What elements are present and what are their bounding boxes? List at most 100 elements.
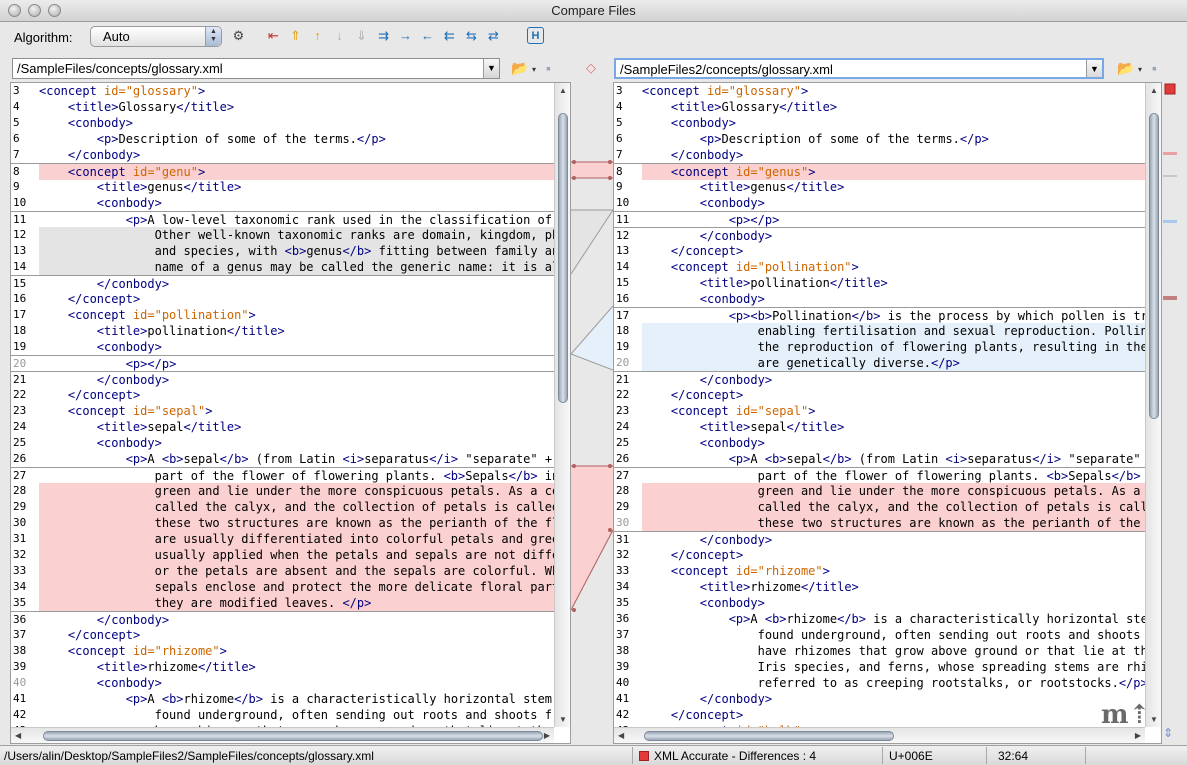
right-code-line[interactable]: 29 called the calyx, and the collection …: [614, 499, 1145, 515]
right-code-line[interactable]: 38 have rhizomes that grow above ground …: [614, 643, 1145, 659]
left-code-line[interactable]: 24 <title>sepal</title>: [11, 419, 554, 435]
left-code-line[interactable]: 5 <conbody>: [11, 115, 554, 131]
left-code-line[interactable]: 32 usually applied when the petals and s…: [11, 547, 554, 563]
right-save-icon[interactable]: ▪: [1152, 60, 1157, 76]
first-change-icon[interactable]: ⇤: [265, 27, 282, 44]
left-code-line[interactable]: 19 <conbody>: [11, 339, 554, 355]
right-path-dropdown-icon[interactable]: ▼: [1086, 60, 1102, 77]
left-code-line[interactable]: 10 <conbody>: [11, 195, 554, 211]
right-code-line[interactable]: 16 <conbody>: [614, 291, 1145, 307]
left-code-line[interactable]: 20 <p></p>: [11, 355, 554, 371]
left-code-line[interactable]: 6 <p>Description of some of the terms.</…: [11, 131, 554, 147]
format-and-indent-icon[interactable]: H: [527, 27, 544, 44]
left-code-line[interactable]: 31 are usually differentiated into color…: [11, 531, 554, 547]
left-code-line[interactable]: 38 <concept id="rhizome">: [11, 643, 554, 659]
copy-block-icon[interactable]: ⇆: [463, 27, 480, 44]
left-open-folder-icon[interactable]: 📂: [511, 60, 528, 76]
right-code-line[interactable]: 13 </concept>: [614, 243, 1145, 259]
left-code-line[interactable]: 7 </conbody>: [11, 147, 554, 163]
right-code-line[interactable]: 35 <conbody>: [614, 595, 1145, 611]
right-code-line[interactable]: 37 found underground, often sending out …: [614, 627, 1145, 643]
right-code-line[interactable]: 34 <title>rhizome</title>: [614, 579, 1145, 595]
right-code-line[interactable]: 27 part of the flower of flowering plant…: [614, 467, 1145, 483]
right-horizontal-scroll-thumb[interactable]: [644, 731, 894, 741]
left-code-line[interactable]: 13 and species, with <b>genus</b> fittin…: [11, 243, 554, 259]
left-code-line[interactable]: 15 </conbody>: [11, 275, 554, 291]
left-editor-pane[interactable]: 3 <concept id="glossary"> 4 <title>Glossar…: [10, 82, 571, 744]
left-code-line[interactable]: 40 <conbody>: [11, 675, 554, 691]
left-code-line[interactable]: 25 <conbody>: [11, 435, 554, 451]
previous-change-icon[interactable]: ↑: [309, 27, 326, 44]
copy-change-right-to-left-icon[interactable]: ←: [419, 27, 436, 44]
right-code-line[interactable]: 4 <title>Glossary</title>: [614, 99, 1145, 115]
right-code-line[interactable]: 15 <title>pollination</title>: [614, 275, 1145, 291]
copy-change-left-to-right-icon[interactable]: →: [397, 27, 414, 44]
left-code-line[interactable]: 27 part of the flower of flowering plant…: [11, 467, 554, 483]
left-code-line[interactable]: 22 </concept>: [11, 387, 554, 403]
right-vertical-scroll-thumb[interactable]: [1149, 113, 1159, 419]
right-code-line[interactable]: 22 </concept>: [614, 387, 1145, 403]
right-code-line[interactable]: 40 referred to as creeping rootstalks, o…: [614, 675, 1145, 691]
left-code-line[interactable]: 11 <p>A low-level taxonomic rank used in…: [11, 211, 554, 227]
left-code-line[interactable]: 41 <p>A <b>rhizome</b> is a characterist…: [11, 691, 554, 707]
right-code-line[interactable]: 36 <p>A <b>rhizome</b> is a characterist…: [614, 611, 1145, 627]
right-code-line[interactable]: 41 </conbody>: [614, 691, 1145, 707]
left-code-line[interactable]: 18 <title>pollination</title>: [11, 323, 554, 339]
previous-block-icon[interactable]: ⇑: [287, 27, 304, 44]
left-code-line[interactable]: 17 <concept id="pollination">: [11, 307, 554, 323]
right-code-line[interactable]: 33 <concept id="rhizome">: [614, 563, 1145, 579]
left-code-line[interactable]: 9 <title>genus</title>: [11, 179, 554, 195]
right-code-line[interactable]: 25 <conbody>: [614, 435, 1145, 451]
left-code-line[interactable]: 14 name of a genus may be called the gen…: [11, 259, 554, 275]
diff-options-gear-icon[interactable]: ⚙: [230, 27, 247, 44]
diff-overview-strip[interactable]: [1163, 82, 1177, 744]
left-code-line[interactable]: 42 found underground, often sending out …: [11, 707, 554, 723]
right-code-line[interactable]: 3 <concept id="glossary">: [614, 83, 1145, 99]
left-code-line[interactable]: 33 or the petals are absent and the sepa…: [11, 563, 554, 579]
left-code-line[interactable]: 37 </concept>: [11, 627, 554, 643]
right-code-line[interactable]: 28 green and lie under the more conspicu…: [614, 483, 1145, 499]
right-editor-pane[interactable]: 3 <concept id="glossary"> 4 <title>Glossar…: [613, 82, 1162, 744]
left-code-line[interactable]: 26 <p>A <b>sepal</b> (from Latin <i>sepa…: [11, 451, 554, 467]
left-code-line[interactable]: 30 these two structures are known as the…: [11, 515, 554, 531]
right-code-line[interactable]: 18 enabling fertilisation and sexual rep…: [614, 323, 1145, 339]
right-code-line[interactable]: 6 <p>Description of some of the terms.</…: [614, 131, 1145, 147]
right-vertical-scrollbar[interactable]: ▲ ▼: [1145, 83, 1161, 727]
right-code-line[interactable]: 5 <conbody>: [614, 115, 1145, 131]
right-code-line[interactable]: 23 <concept id="sepal">: [614, 403, 1145, 419]
copy-all-right-to-left-icon[interactable]: ⇇: [441, 27, 458, 44]
right-code-line[interactable]: 7 </conbody>: [614, 147, 1145, 163]
left-code-line[interactable]: 3 <concept id="glossary">: [11, 83, 554, 99]
left-code-line[interactable]: 34 sepals enclose and protect the more d…: [11, 579, 554, 595]
right-code-line[interactable]: 8 <concept id="genus">: [614, 163, 1145, 180]
right-code-line[interactable]: 10 <conbody>: [614, 195, 1145, 211]
left-code-line[interactable]: 35 they are modified leaves. </p>: [11, 595, 554, 611]
left-code-line[interactable]: 36 </conbody>: [11, 611, 554, 627]
right-code-line[interactable]: 30 these two structures are known as the…: [614, 515, 1145, 531]
right-code-line[interactable]: 21 </conbody>: [614, 371, 1145, 387]
right-code-line[interactable]: 24 <title>sepal</title>: [614, 419, 1145, 435]
left-path-dropdown-icon[interactable]: ▼: [483, 59, 499, 78]
right-code-line[interactable]: 26 <p>A <b>sepal</b> (from Latin <i>sepa…: [614, 451, 1145, 467]
left-vertical-scrollbar[interactable]: ▲ ▼: [554, 83, 570, 727]
right-code-line[interactable]: 14 <concept id="pollination">: [614, 259, 1145, 275]
left-code-line[interactable]: 4 <title>Glossary</title>: [11, 99, 554, 115]
next-change-icon[interactable]: ↓: [331, 27, 348, 44]
right-code-line[interactable]: 17 <p><b>Pollination</b> is the process …: [614, 307, 1145, 323]
left-code-line[interactable]: 28 green and lie under the more conspicu…: [11, 483, 554, 499]
right-horizontal-scrollbar[interactable]: ◀ ▶: [614, 727, 1145, 743]
left-vertical-scroll-thumb[interactable]: [558, 113, 568, 403]
resize-updown-icon[interactable]: ⇕: [1163, 726, 1173, 740]
right-open-menu-icon[interactable]: ▾: [1138, 62, 1142, 78]
next-block-icon[interactable]: ⇓: [353, 27, 370, 44]
left-code-line[interactable]: 29 called the calyx, and the collection …: [11, 499, 554, 515]
right-code-line[interactable]: 20 are genetically diverse.</p>: [614, 355, 1145, 371]
right-code-line[interactable]: 19 the reproduction of flowering plants,…: [614, 339, 1145, 355]
copy-all-left-to-right-icon[interactable]: ⇉: [375, 27, 392, 44]
copy-block-reverse-icon[interactable]: ⇄: [485, 27, 502, 44]
left-horizontal-scrollbar[interactable]: ◀ ▶: [11, 727, 554, 743]
left-file-path-field[interactable]: /SampleFiles/concepts/glossary.xml ▼: [12, 58, 500, 79]
right-code-line[interactable]: 42 </concept>: [614, 707, 1145, 723]
left-code-line[interactable]: 39 <title>rhizome</title>: [11, 659, 554, 675]
right-code-line[interactable]: 31 </conbody>: [614, 531, 1145, 547]
